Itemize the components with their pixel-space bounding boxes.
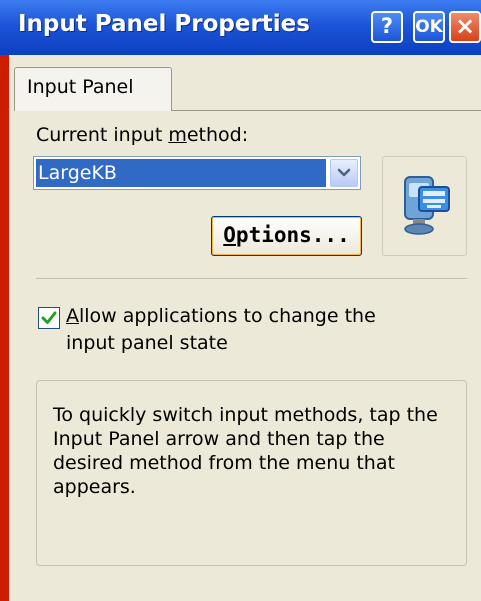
label-accelerator: m (168, 124, 187, 146)
close-button[interactable]: × (449, 11, 481, 43)
info-box: To quickly switch input methods, tap the… (36, 380, 467, 566)
options-label-rest: ptions... (235, 223, 350, 247)
checkmark-icon (41, 311, 57, 324)
tab-label: Input Panel (27, 76, 134, 98)
options-accelerator: O (223, 223, 236, 247)
dropdown-selected-value: LargeKB (36, 159, 326, 187)
checkbox-label-line2[interactable]: input panel state (66, 332, 228, 354)
input-method-icon-frame (382, 156, 467, 256)
allow-apps-checkbox[interactable] (38, 307, 60, 329)
chevron-down-icon[interactable] (330, 159, 358, 187)
properties-window: Input Panel Properties ? OK × Input Pane… (0, 0, 481, 601)
checkbox-label-line1[interactable]: Allow applications to change the (66, 305, 376, 327)
keyboard-computer-icon (404, 176, 450, 235)
help-button[interactable]: ? (371, 11, 403, 43)
tab-input-panel[interactable]: Input Panel (14, 67, 172, 111)
ok-button[interactable]: OK (413, 11, 445, 43)
options-button[interactable]: Options... (211, 216, 362, 256)
tab-divider (172, 110, 481, 111)
label-text-post: ethod: (186, 124, 249, 146)
separator (36, 278, 467, 279)
checkbox-label-rest: llow applications to change the (79, 305, 376, 327)
checkbox-accelerator: A (66, 305, 79, 327)
label-text-pre: Current input (36, 124, 169, 146)
input-method-label: Current input method: (36, 124, 248, 146)
info-text: To quickly switch input methods, tap the… (53, 404, 438, 498)
window-title: Input Panel Properties (18, 11, 310, 37)
title-bar[interactable]: Input Panel Properties ? OK × (0, 0, 481, 55)
input-method-dropdown[interactable]: LargeKB (33, 156, 361, 190)
